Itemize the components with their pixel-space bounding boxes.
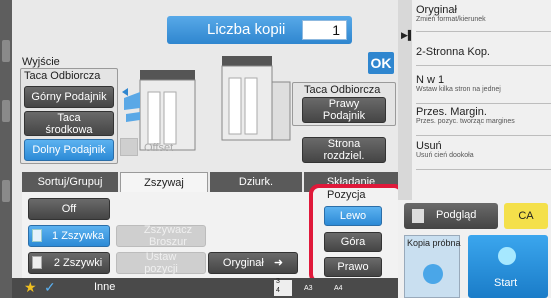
start-icon <box>498 247 516 265</box>
position-left-button[interactable]: Lewo <box>324 206 382 226</box>
original-label: Oryginał <box>222 257 264 269</box>
check-icon[interactable]: ✓ <box>44 279 56 296</box>
original-button[interactable]: Oryginał ➜ <box>208 252 298 274</box>
paper-size: A3 <box>304 285 313 292</box>
bottom-bar: ★ ✓ Inne 3 4 A3 A4 <box>12 278 410 298</box>
function-original[interactable]: Oryginał Zmień format/kierunek <box>416 4 551 32</box>
arrow-right-icon: ➜ <box>273 257 284 269</box>
tray-group-title: Taca Odbiorcza <box>24 70 101 82</box>
position-title: Pozycja <box>327 189 366 201</box>
one-staple-label: 1 Zszywka <box>52 230 104 242</box>
output-title: Wyjście <box>22 56 60 68</box>
function-subtitle: Przes. pozyc. tworząc margines <box>416 118 515 125</box>
expand-arrow-icon: ▶▌ <box>401 30 415 40</box>
other-button[interactable]: Inne <box>94 281 115 293</box>
position-highlight: Pozycja Lewo Góra Prawo <box>309 184 404 284</box>
saddle-stitch-button[interactable]: Zszywacz Broszur <box>116 224 206 248</box>
function-margin-shift[interactable]: Przes. Margin. Przes. pozyc. tworząc mar… <box>416 106 551 136</box>
left-strip-tab[interactable] <box>2 40 10 62</box>
function-title: Oryginał <box>416 4 457 16</box>
function-subtitle: Zmień format/kierunek <box>416 16 486 23</box>
one-staple-icon <box>32 229 42 242</box>
right-function-panel: ▶▌ Oryginał Zmień format/kierunek 2-Stro… <box>398 0 551 298</box>
start-label: Start <box>494 277 518 289</box>
tray-num: 3 <box>276 278 280 285</box>
copies-label: Liczba kopii <box>207 21 286 38</box>
function-subtitle: Wstaw kilka stron na jednej <box>416 86 501 93</box>
left-strip-tab[interactable] <box>2 180 10 202</box>
star-icon[interactable]: ★ <box>24 279 37 296</box>
tray-num: 4 <box>276 287 280 294</box>
proof-icon <box>423 264 443 284</box>
page-separator-button[interactable]: Strona rozdziel. <box>302 137 386 163</box>
left-sidebar-strip <box>0 0 12 298</box>
offset-checkbox[interactable] <box>120 138 138 156</box>
tab-punch[interactable]: Dziurk. <box>210 172 302 192</box>
finisher-image <box>221 56 291 141</box>
set-position-button[interactable]: Ustaw pozycji <box>116 251 206 275</box>
function-title: 2-Stronna Kop. <box>416 46 490 58</box>
function-subtitle: Usuń cień dookoła <box>416 152 474 159</box>
staple-off-button[interactable]: Off <box>28 198 110 220</box>
ok-button[interactable]: OK <box>368 52 394 74</box>
position-top-button[interactable]: Góra <box>324 232 382 252</box>
right-tray-title: Taca Odbiorcza <box>304 84 381 96</box>
panel-toggle[interactable]: ▶▌ <box>398 0 415 200</box>
proof-copy-label: Kopia próbna <box>407 238 461 248</box>
tab-staple[interactable]: Zszywaj <box>120 172 208 192</box>
copies-bar: Liczba kopii 1 <box>167 16 352 44</box>
proof-copy-button[interactable]: Kopia próbna <box>404 235 461 298</box>
tray-indicator: 3 4 <box>274 278 292 296</box>
left-strip-tab[interactable] <box>2 100 10 122</box>
upper-tray-button[interactable]: Górny Podajnik <box>24 86 114 108</box>
tab-sort-group[interactable]: Sortuj/Grupuj <box>22 172 118 192</box>
function-title: Przes. Margin. <box>416 106 487 118</box>
copies-input[interactable]: 1 <box>302 20 347 40</box>
clear-all-button[interactable]: CA <box>504 203 548 229</box>
function-title: Usuń <box>416 140 442 152</box>
two-staples-icon <box>32 256 42 269</box>
preview-label: Podgląd <box>436 209 477 221</box>
function-title: N w 1 <box>416 74 445 86</box>
function-duplex[interactable]: 2-Stronna Kop. <box>416 46 551 66</box>
start-button[interactable]: Start <box>468 235 548 298</box>
offset-label: Offset <box>144 142 174 154</box>
center-tray-button[interactable]: Taca środkowa <box>24 111 114 136</box>
output-settings-panel: Liczba kopii 1 OK Wyjście Taca Odbiorcza… <box>12 0 410 298</box>
function-n-up[interactable]: N w 1 Wstaw kilka stron na jednej <box>416 74 551 104</box>
lower-tray-button[interactable]: Dolny Podajnik <box>24 139 114 161</box>
paper-size: A4 <box>334 285 343 292</box>
preview-button[interactable]: Podgląd <box>404 203 498 229</box>
two-staples-label: 2 Zszywki <box>53 257 103 269</box>
position-right-button[interactable]: Prawo <box>324 257 382 277</box>
function-erase[interactable]: Usuń Usuń cień dookoła <box>416 140 551 170</box>
preview-icon <box>412 209 424 223</box>
right-tray-button[interactable]: Prawy Podajnik <box>302 97 386 123</box>
